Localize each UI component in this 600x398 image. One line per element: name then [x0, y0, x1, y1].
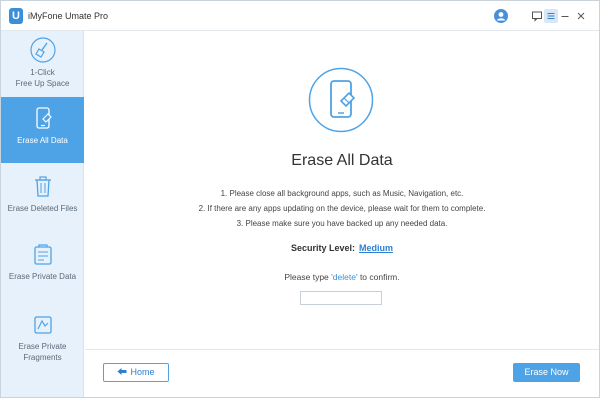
sidebar-item-free-up-space[interactable]: 1-Click Free Up Space [1, 31, 84, 97]
menu-icon[interactable] [544, 9, 558, 23]
minimize-icon[interactable] [558, 9, 572, 23]
confirm-prefix: Please type [284, 272, 329, 282]
sidebar-item-label: Free Up Space [15, 79, 70, 88]
confirm-delete-input[interactable] [300, 291, 382, 305]
title-bar: U iMyFone Umate Pro [1, 1, 599, 31]
main-content: Erase All Data 1. Please close all backg… [85, 32, 599, 350]
sidebar-item-erase-private-data[interactable]: Erase Private Data [1, 233, 84, 299]
sidebar-item-erase-deleted-files[interactable]: Erase Deleted Files [1, 165, 84, 231]
private-data-icon [33, 244, 52, 265]
broom-icon [29, 37, 56, 63]
phone-eraser-icon [35, 107, 52, 129]
instruction-item: 1. Please close all background apps, suc… [220, 189, 464, 198]
app-logo-icon: U [9, 8, 23, 24]
back-arrow-icon [117, 368, 127, 375]
trash-icon [34, 176, 51, 197]
fragments-icon [33, 316, 52, 334]
phone-eraser-icon [308, 67, 374, 133]
sidebar-item-erase-private-fragments[interactable]: Erase Private Fragments [1, 303, 84, 383]
confirm-instruction: Please type 'delete' to confirm. [85, 272, 599, 282]
sidebar: 1-Click Free Up Space Erase All Data Era… [1, 31, 84, 397]
home-button-label: Home [130, 367, 155, 377]
erase-now-button[interactable]: Erase Now [513, 363, 580, 382]
security-level-row: Security Level: Medium [85, 243, 599, 253]
confirm-keyword: 'delete' [331, 272, 358, 282]
instruction-list: 1. Please close all background apps, suc… [85, 186, 599, 231]
home-button[interactable]: Home [103, 363, 169, 382]
security-level-label: Security Level: [290, 243, 355, 253]
sidebar-item-label: Fragments [23, 353, 62, 362]
page-title: Erase All Data [291, 152, 393, 169]
close-icon[interactable] [574, 9, 588, 23]
instruction-item: 2. If there are any apps updating on the… [198, 204, 486, 213]
confirm-suffix: to confirm. [359, 272, 400, 282]
sidebar-item-label: Erase Deleted Files [7, 204, 78, 213]
user-icon[interactable] [494, 9, 508, 23]
app-title: iMyFone Umate Pro [28, 11, 109, 21]
feedback-icon[interactable] [530, 9, 544, 23]
security-level-link[interactable]: Medium [359, 243, 393, 253]
app-window: U iMyFone Umate Pro 1-Click Free Up Spac… [0, 0, 600, 398]
sidebar-item-label: Erase Private Data [8, 272, 77, 281]
sidebar-item-label: 1-Click [30, 68, 55, 77]
instruction-item: 3. Please make sure you have backed up a… [236, 219, 448, 228]
sidebar-item-erase-all-data[interactable]: Erase All Data [1, 97, 84, 163]
footer-bar: Home Erase Now [85, 349, 599, 397]
sidebar-item-label: Erase All Data [17, 136, 68, 145]
sidebar-item-label: Erase Private [18, 342, 67, 351]
